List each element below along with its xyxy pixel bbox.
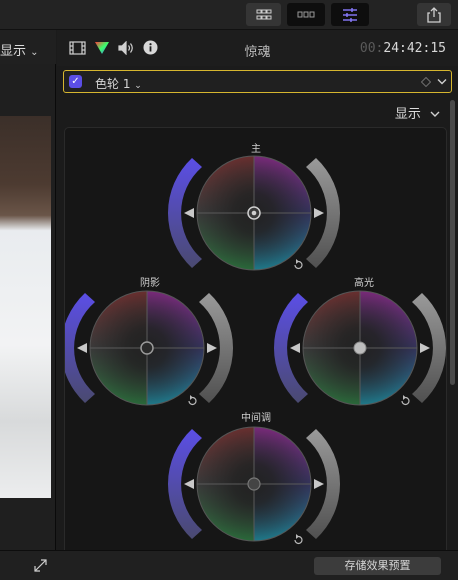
- highlights-puck[interactable]: [353, 341, 367, 355]
- chevron-down-icon: [430, 111, 440, 117]
- shadows-saturation-handle[interactable]: [77, 343, 87, 353]
- bottom-bar: 存储效果预置: [0, 550, 458, 580]
- filmstrip-icon: [297, 11, 315, 17]
- shadows-wheel[interactable]: [65, 290, 234, 406]
- share-icon: [427, 6, 441, 23]
- master-saturation-handle[interactable]: [184, 208, 194, 218]
- filmstrip-button[interactable]: [287, 3, 325, 26]
- shadows-puck[interactable]: [140, 341, 154, 355]
- viewer-header: 显示 ⌄: [0, 30, 56, 64]
- save-effects-preset-button[interactable]: 存储效果预置: [314, 557, 441, 575]
- color-wheels-panel: 主 阴影 高光 中间调: [64, 127, 447, 557]
- share-button[interactable]: [417, 3, 451, 26]
- viewer-display-menu[interactable]: 显示 ⌄: [0, 40, 39, 59]
- inspector-header: 惊魂 00:24:42:15: [57, 30, 458, 66]
- midtones-saturation-handle[interactable]: [184, 479, 194, 489]
- color-wheels-canvas: [65, 155, 447, 545]
- shadows-brightness-handle[interactable]: [207, 343, 217, 353]
- midtones-wheel[interactable]: [167, 426, 341, 545]
- midtones-brightness-handle[interactable]: [314, 479, 324, 489]
- midtones-puck[interactable]: [247, 477, 261, 491]
- master-brightness-handle[interactable]: [314, 208, 324, 218]
- top-toolbar: [0, 0, 458, 30]
- highlights-wheel[interactable]: [273, 290, 447, 406]
- inspector-pane: 惊魂 00:24:42:15 ✓ 色轮 1 ⌄ 显示 主 阴影 高光 中间调: [57, 30, 458, 557]
- effect-menu-chevron-icon[interactable]: [437, 78, 447, 86]
- inspector-toggle-button[interactable]: [331, 3, 369, 26]
- highlights-brightness-handle[interactable]: [420, 343, 430, 353]
- timecode: 00:24:42:15: [359, 41, 446, 56]
- effect-enable-checkbox[interactable]: ✓: [69, 75, 82, 88]
- inspector-scrollbar[interactable]: [450, 100, 455, 385]
- inspector-sliders-icon: [343, 7, 357, 22]
- chevron-down-icon: ⌄: [30, 47, 39, 58]
- viewer-pane: 显示 ⌄: [0, 30, 56, 550]
- grid-view-icon: [256, 9, 271, 19]
- effect-row[interactable]: ✓ 色轮 1 ⌄: [63, 70, 452, 93]
- master-wheel[interactable]: [167, 155, 341, 271]
- wheels-display-menu[interactable]: 显示: [395, 103, 440, 122]
- viewer-frame: [0, 116, 51, 498]
- effect-name-menu[interactable]: 色轮 1 ⌄: [95, 75, 142, 92]
- grid-view-button[interactable]: [246, 3, 281, 26]
- fullscreen-icon[interactable]: [33, 558, 48, 573]
- highlights-saturation-handle[interactable]: [290, 343, 300, 353]
- keyframe-diamond-icon[interactable]: [421, 77, 431, 87]
- chevron-down-icon: ⌄: [134, 81, 142, 91]
